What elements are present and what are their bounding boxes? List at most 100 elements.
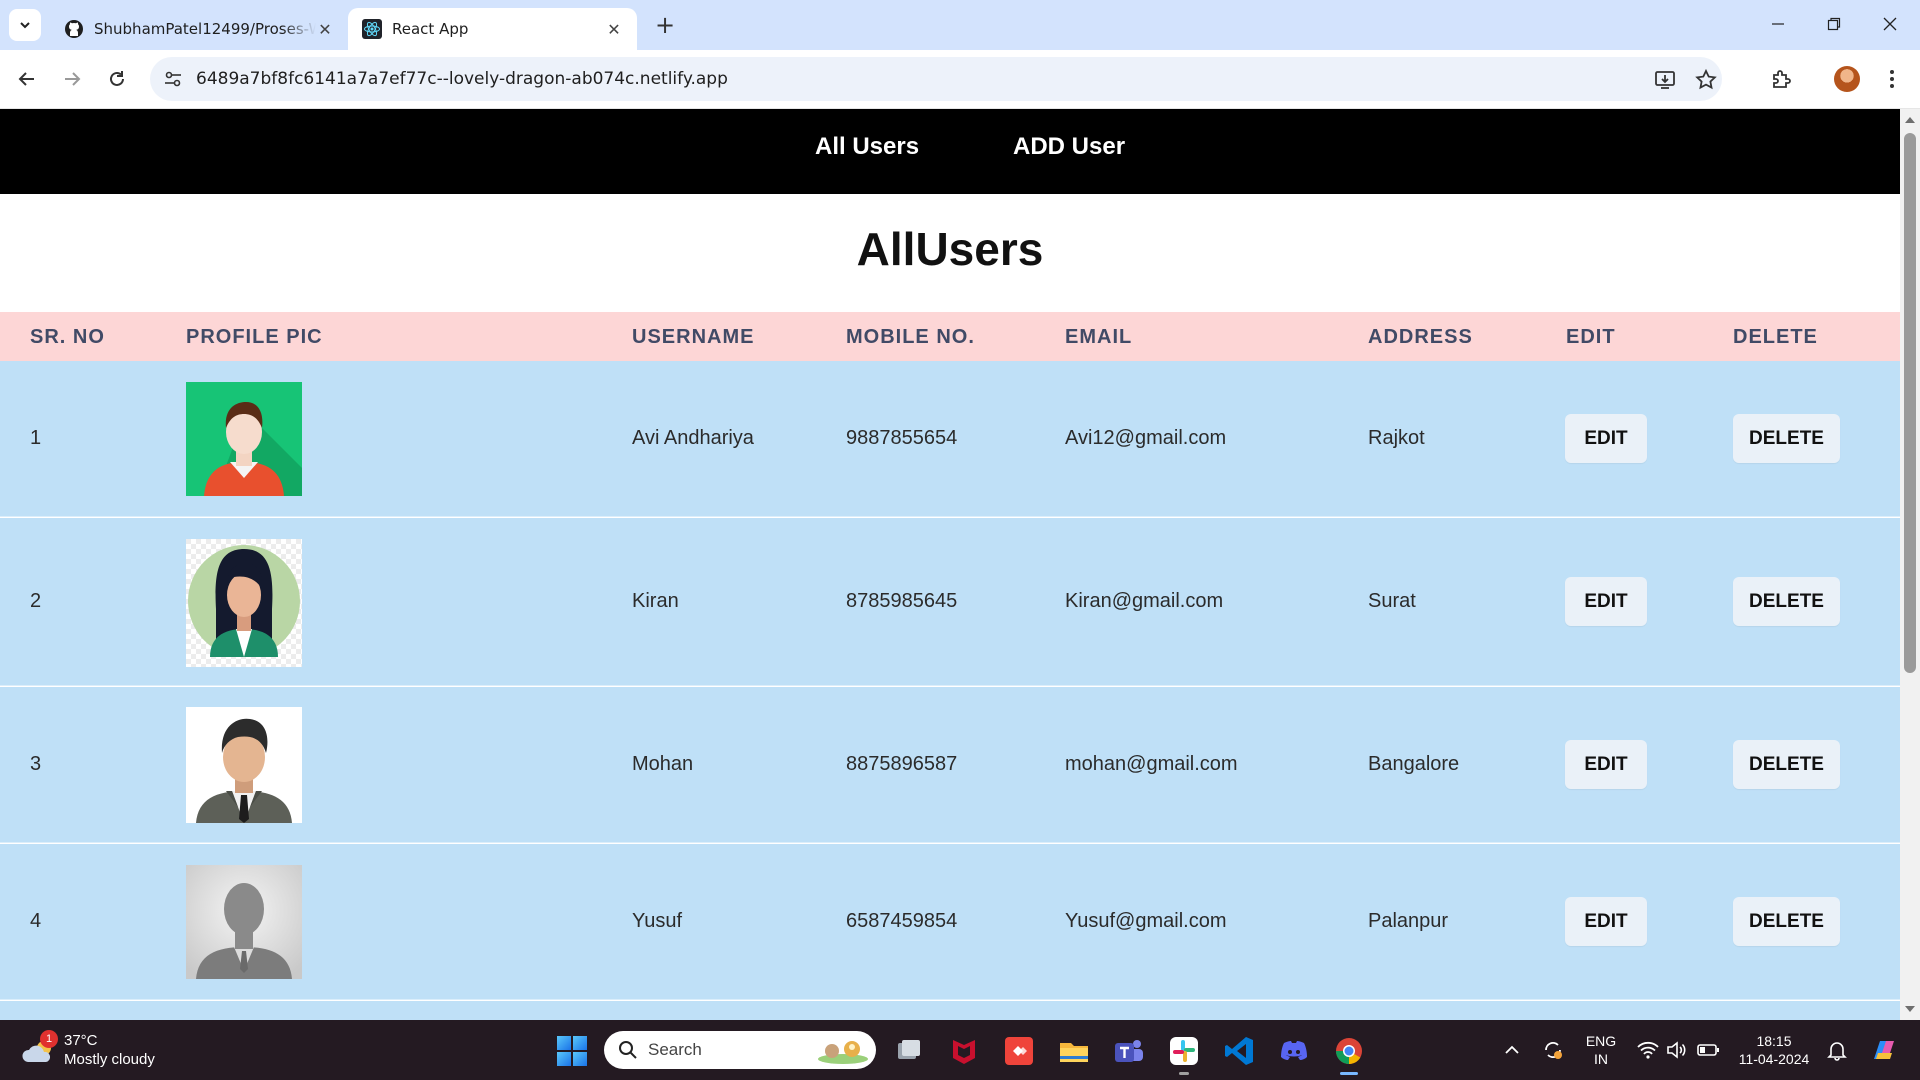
table-row: 4 Yusuf 6587459854 Yusuf@gmail.com Palan… xyxy=(0,844,1900,1000)
table-header: SR. NO PROFILE PIC USERNAME MOBILE NO. E… xyxy=(0,312,1900,361)
tray-volume[interactable] xyxy=(1664,1038,1688,1062)
profile-button[interactable] xyxy=(1833,65,1861,93)
search-highlight-icon xyxy=(818,1041,868,1064)
delete-button[interactable]: DELETE xyxy=(1733,414,1840,463)
tab-search-button[interactable] xyxy=(9,9,41,41)
cell-address: Surat xyxy=(1368,590,1416,612)
cell-sr-no: 3 xyxy=(30,753,42,775)
taskbar-app-file-explorer[interactable] xyxy=(1057,1034,1091,1068)
weather-widget[interactable]: 1 37°C Mostly cloudy xyxy=(20,1030,200,1072)
cell-username: Yusuf xyxy=(632,910,683,932)
taskbar-app-discord[interactable] xyxy=(1277,1034,1311,1068)
scroll-down-icon[interactable] xyxy=(1905,1006,1915,1012)
minimize-button[interactable] xyxy=(1750,0,1806,48)
reload-icon xyxy=(110,71,124,86)
new-tab-button[interactable]: + xyxy=(650,10,680,40)
edit-button[interactable]: EDIT xyxy=(1565,897,1647,946)
tray-battery[interactable] xyxy=(1696,1038,1720,1062)
profile-pic xyxy=(186,707,302,823)
tray-overflow-button[interactable] xyxy=(1500,1038,1524,1062)
search-icon xyxy=(619,1041,637,1059)
profile-pic xyxy=(186,865,302,979)
page-viewport: All Users ADD User AllUsers SR. NO PROFI… xyxy=(0,109,1900,1020)
cell-sr-no: 1 xyxy=(30,427,42,449)
input-language[interactable]: ENG IN xyxy=(1585,1032,1617,1068)
tab-title: React App xyxy=(392,20,469,38)
cell-username: Kiran xyxy=(632,590,679,612)
scrollbar-thumb[interactable] xyxy=(1904,133,1916,673)
close-icon[interactable]: ✕ xyxy=(605,20,623,39)
edit-button[interactable]: EDIT xyxy=(1565,740,1647,789)
back-button[interactable] xyxy=(10,62,44,96)
edit-button[interactable]: EDIT xyxy=(1565,577,1647,626)
notification-badge: 1 xyxy=(40,1030,58,1048)
delete-button[interactable]: DELETE xyxy=(1733,577,1840,626)
taskbar-app-slack[interactable] xyxy=(1167,1034,1201,1075)
cell-username: Mohan xyxy=(632,753,694,775)
extensions-button[interactable] xyxy=(1767,65,1795,93)
forward-button[interactable] xyxy=(55,62,89,96)
arrow-left-icon xyxy=(18,72,34,86)
system-clock[interactable]: 18:15 11-04-2024 xyxy=(1736,1032,1812,1068)
address-bar[interactable]: 6489a7bf8fc6141a7a7ef77c--lovely-dragon-… xyxy=(150,57,1722,101)
menu-button[interactable] xyxy=(1878,65,1906,93)
taskbar-app-task-view[interactable] xyxy=(892,1034,926,1068)
delete-button[interactable]: DELETE xyxy=(1733,740,1840,789)
scroll-up-icon[interactable] xyxy=(1905,117,1915,123)
close-icon xyxy=(1883,17,1897,31)
table-row xyxy=(0,1001,1900,1020)
chevron-up-icon xyxy=(1505,1045,1519,1054)
avatar-man-suit xyxy=(186,707,302,823)
column-header-edit: EDIT xyxy=(1566,326,1616,348)
browser-tab-strip: ShubhamPatel12499/Proses-Web ✕ React App… xyxy=(0,0,1920,50)
chrome-icon xyxy=(1335,1038,1362,1065)
github-icon xyxy=(65,20,83,38)
teams-icon xyxy=(1115,1040,1143,1062)
profile-pic xyxy=(186,539,302,667)
copilot-icon xyxy=(1874,1041,1894,1059)
table-row: 3 Mohan 8875896587 mohan@gmail.com Banga… xyxy=(0,687,1900,843)
reload-button[interactable] xyxy=(100,62,134,96)
avatar xyxy=(1834,66,1860,92)
profile-pic xyxy=(186,382,302,496)
taskbar-app-vscode[interactable] xyxy=(1222,1034,1256,1068)
taskbar-app-mcafee[interactable] xyxy=(947,1034,981,1068)
tray-wifi[interactable] xyxy=(1636,1038,1660,1062)
column-header-email: EMAIL xyxy=(1065,326,1133,348)
taskbar-app-chrome[interactable] xyxy=(1332,1034,1366,1075)
taskbar-search[interactable]: Search xyxy=(604,1031,876,1069)
region-code: IN xyxy=(1594,1051,1608,1067)
nav-link-add-user[interactable]: ADD User xyxy=(1013,133,1125,161)
edit-button[interactable]: EDIT xyxy=(1565,414,1647,463)
tray-sync[interactable] xyxy=(1541,1038,1565,1062)
taskbar-app-teams[interactable] xyxy=(1112,1034,1146,1068)
windows-start-icon[interactable] xyxy=(556,1035,588,1067)
app-navbar: All Users ADD User xyxy=(0,109,1900,194)
cell-username: Avi Andhariya xyxy=(632,427,754,449)
tray-notifications[interactable] xyxy=(1825,1038,1849,1062)
delete-button[interactable]: DELETE xyxy=(1733,897,1840,946)
close-icon[interactable]: ✕ xyxy=(316,20,334,39)
arrow-right-icon xyxy=(65,72,81,86)
cell-address: Bangalore xyxy=(1368,753,1460,775)
nav-link-all-users[interactable]: All Users xyxy=(815,133,919,161)
taskbar-app-anydesk[interactable] xyxy=(1002,1034,1036,1068)
page-scrollbar[interactable] xyxy=(1900,109,1920,1020)
site-info-icon[interactable] xyxy=(162,68,184,90)
cell-email: mohan@gmail.com xyxy=(1065,753,1238,775)
star-icon[interactable] xyxy=(1694,68,1718,92)
cell-mobile: 9887855654 xyxy=(846,427,958,449)
clock-date: 11-04-2024 xyxy=(1738,1051,1810,1067)
tray-copilot[interactable] xyxy=(1866,1033,1900,1067)
wifi-icon xyxy=(1637,1041,1659,1059)
tab-github[interactable]: ShubhamPatel12499/Proses-Web ✕ xyxy=(50,8,348,50)
cell-email: Avi12@gmail.com xyxy=(1065,427,1227,449)
install-app-icon[interactable] xyxy=(1654,68,1678,92)
tab-react-app[interactable]: React App ✕ xyxy=(348,8,637,50)
column-header-username: USERNAME xyxy=(632,326,755,348)
page-title: AllUsers xyxy=(856,223,1044,275)
close-window-button[interactable] xyxy=(1862,0,1918,48)
puzzle-icon xyxy=(1773,70,1791,88)
cell-email: Yusuf@gmail.com xyxy=(1065,910,1227,932)
restore-button[interactable] xyxy=(1806,0,1862,48)
